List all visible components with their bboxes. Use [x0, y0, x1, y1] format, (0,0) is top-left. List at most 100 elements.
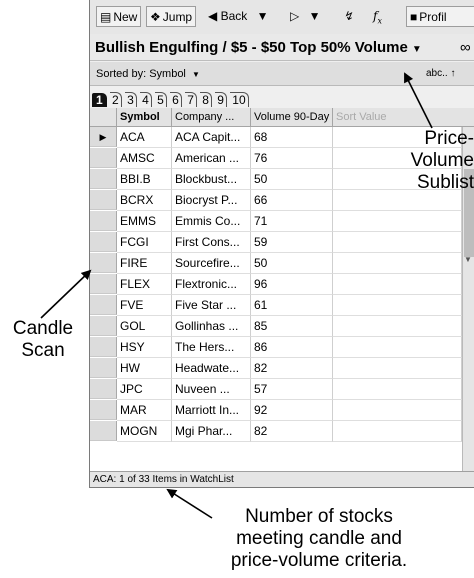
row-selector[interactable] — [90, 232, 117, 252]
sort-value-cell — [333, 421, 462, 442]
volume-cell: 71 — [251, 211, 333, 232]
tab-7[interactable]: 7 — [185, 92, 197, 107]
volume-cell: 76 — [251, 148, 333, 169]
tab-1[interactable]: 1 — [92, 93, 107, 107]
sort-value-cell — [333, 295, 462, 316]
sort-dropdown-icon[interactable]: ▼ — [192, 70, 200, 79]
volume-cell: 50 — [251, 253, 333, 274]
back-arrow-icon: ◀ — [208, 9, 218, 23]
row-selector[interactable] — [90, 253, 117, 273]
profile-button[interactable]: ■ Profil — [406, 6, 474, 27]
table-row[interactable]: GOL Gollinhas ... 85 — [90, 316, 462, 337]
symbol-cell: GOL — [117, 316, 172, 337]
back-button[interactable]: ◀ Back ▼ — [208, 6, 269, 27]
annotation-line: meeting candle and — [236, 528, 402, 549]
table-row[interactable]: EMMS Emmis Co... 71 — [90, 211, 462, 232]
symbol-cell: HSY — [117, 337, 172, 358]
company-cell: Gollinhas ... — [172, 316, 251, 337]
row-selector[interactable] — [90, 190, 117, 210]
row-selector[interactable] — [90, 400, 117, 420]
volume-cell: 57 — [251, 379, 333, 400]
volume-cell: 82 — [251, 358, 333, 379]
annotation-line: Number of stocks — [245, 506, 393, 527]
profile-icon: ■ — [410, 10, 418, 24]
function-button[interactable]: fx — [373, 6, 382, 27]
sort-value-cell — [333, 211, 462, 232]
tab-3[interactable]: 3 — [125, 92, 137, 107]
table-row[interactable]: MOGN Mgi Phar... 82 — [90, 421, 462, 442]
sort-mode-toggle[interactable]: abc.. ↑ — [426, 62, 455, 86]
company-cell: Flextronic... — [172, 274, 251, 295]
row-selector[interactable] — [90, 295, 117, 315]
list-tabs: 1 2 3 4 5 6 7 8 9 10 — [92, 92, 249, 108]
profile-button-label: Profil — [419, 10, 447, 24]
volume-cell: 96 — [251, 274, 333, 295]
tab-5[interactable]: 5 — [155, 92, 167, 107]
row-selector[interactable] — [90, 358, 117, 378]
watchlist-window: ▤ New ❖ Jump ◀ Back ▼ ▷ ▼ ↯ fx ■ Profil Bul… — [89, 0, 474, 488]
back-dropdown-icon[interactable]: ▼ — [257, 9, 269, 23]
annotation-line: price-volume criteria. — [230, 550, 408, 571]
company-cell: Mgi Phar... — [172, 421, 251, 442]
symbol-cell: AMSC — [117, 148, 172, 169]
company-cell: Marriott In... — [172, 400, 251, 421]
scroll-down-icon[interactable]: ▼ — [464, 255, 472, 264]
column-header-sort-value[interactable]: Sort Value — [333, 108, 474, 127]
annotation-line: Volume — [410, 150, 474, 171]
tab-2[interactable]: 2 — [110, 92, 122, 107]
row-selector[interactable] — [90, 148, 117, 168]
column-header-symbol[interactable]: Symbol — [117, 108, 172, 127]
toolbar: ▤ New ❖ Jump ◀ Back ▼ ▷ ▼ ↯ fx ■ Profil — [90, 0, 474, 35]
new-button[interactable]: ▤ New — [96, 6, 142, 27]
table-row[interactable]: HSY The Hers... 86 — [90, 337, 462, 358]
row-selector[interactable]: ▶ — [90, 127, 117, 147]
sort-direction-icon: ↑ — [450, 68, 456, 79]
sort-bar[interactable]: Sorted by: Symbol ▼ abc.. ↑ — [90, 62, 474, 86]
volume-cell: 82 — [251, 421, 333, 442]
company-cell: Five Star ... — [172, 295, 251, 316]
tab-4[interactable]: 4 — [140, 92, 152, 107]
forward-arrow-icon: ▷ — [290, 9, 300, 23]
row-selector[interactable] — [90, 337, 117, 357]
table-row[interactable]: FVE Five Star ... 61 — [90, 295, 462, 316]
table-row[interactable]: FLEX Flextronic... 96 — [90, 274, 462, 295]
table-row[interactable]: MAR Marriott In... 92 — [90, 400, 462, 421]
row-selector[interactable] — [90, 379, 117, 399]
column-header-company[interactable]: Company ... — [172, 108, 251, 127]
row-selector[interactable] — [90, 316, 117, 336]
tab-9[interactable]: 9 — [215, 92, 227, 107]
row-selector[interactable] — [90, 274, 117, 294]
tab-6[interactable]: 6 — [170, 92, 182, 107]
symbol-cell: MOGN — [117, 421, 172, 442]
symbol-cell: ACA — [117, 127, 172, 148]
watchlist-title[interactable]: Bullish Engulfing / $5 - $50 Top 50% Vol… — [90, 34, 474, 61]
tab-8[interactable]: 8 — [200, 92, 212, 107]
row-selector[interactable] — [90, 421, 117, 441]
jump-button[interactable]: ❖ Jump — [146, 6, 197, 27]
company-cell: Nuveen ... — [172, 379, 251, 400]
tab-10[interactable]: 10 — [230, 92, 249, 107]
sort-mode-label: abc.. — [426, 68, 448, 79]
row-selector[interactable] — [90, 169, 117, 189]
symbol-cell: FCGI — [117, 232, 172, 253]
forward-button[interactable]: ▷ ▼ — [290, 6, 320, 27]
column-header-volume[interactable]: Volume 90-Day — [251, 108, 333, 127]
table-row[interactable]: FCGI First Cons... 59 — [90, 232, 462, 253]
symbol-cell: BCRX — [117, 190, 172, 211]
table-row[interactable]: HW Headwate... 82 — [90, 358, 462, 379]
new-doc-icon: ▤ — [100, 10, 112, 24]
candle-scan-arrow — [40, 269, 92, 319]
row-selector[interactable] — [90, 211, 117, 231]
annotation-line: Candle — [12, 318, 74, 339]
table-row[interactable]: JPC Nuveen ... 57 — [90, 379, 462, 400]
status-bar: ACA: 1 of 33 Items in WatchList — [90, 471, 474, 487]
sort-value-cell — [333, 400, 462, 421]
glasses-icon[interactable]: ∞ — [460, 34, 471, 61]
sort-value-cell — [333, 253, 462, 274]
function-icon: fx — [373, 9, 382, 26]
table-row[interactable]: FIRE Sourcefire... 50 — [90, 253, 462, 274]
company-cell: ACA Capit... — [172, 127, 251, 148]
lightning-button[interactable]: ↯ — [343, 6, 353, 27]
forward-dropdown-icon[interactable]: ▼ — [309, 9, 321, 23]
title-dropdown-icon[interactable]: ▼ — [412, 44, 422, 55]
